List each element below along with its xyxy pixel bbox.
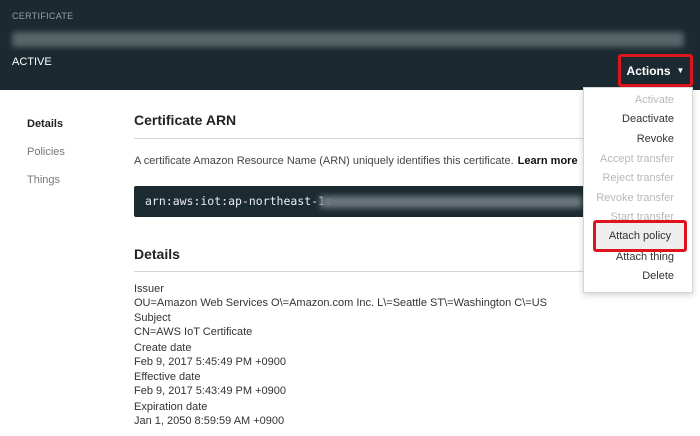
expiration-date-value: Jan 1, 2050 8:59:59 AM +0900 [134, 415, 285, 427]
menu-item-activate: Activate [634, 94, 674, 106]
sidebar-item-policies[interactable]: Policies [27, 145, 65, 173]
divider [134, 138, 584, 139]
sidebar-item-things[interactable]: Things [27, 173, 65, 201]
menu-item-attach-thing[interactable]: Attach thing [616, 251, 674, 263]
menu-item-accept-transfer: Accept transfer [600, 153, 674, 165]
arn-value: arn:aws:iot:ap-northeast-1: [145, 194, 332, 208]
details-title: Details [134, 246, 180, 262]
certificate-id-redacted [12, 32, 684, 47]
menu-item-revoke[interactable]: Revoke [637, 133, 674, 145]
subject-value: CN=AWS IoT Certificate [134, 326, 253, 338]
sidebar-item-details[interactable]: Details [27, 117, 65, 145]
expiration-date-label: Expiration date [134, 401, 208, 413]
actions-button[interactable]: Actions ▼ [624, 60, 687, 81]
menu-item-revoke-transfer: Revoke transfer [596, 192, 674, 204]
create-date-value: Feb 9, 2017 5:45:49 PM +0900 [134, 356, 286, 368]
effective-date-value: Feb 9, 2017 5:43:49 PM +0900 [134, 385, 286, 397]
arn-description-text: A certificate Amazon Resource Name (ARN)… [134, 155, 514, 167]
menu-item-deactivate[interactable]: Deactivate [622, 113, 674, 125]
attach-policy-highlight: Attach policy [593, 220, 687, 252]
subject-label: Subject [134, 312, 171, 324]
issuer-value: OU=Amazon Web Services O\=Amazon.com Inc… [134, 297, 547, 309]
issuer-label: Issuer [134, 283, 164, 295]
caret-down-icon: ▼ [676, 66, 685, 75]
arn-value-box[interactable]: arn:aws:iot:ap-northeast-1: [134, 186, 586, 217]
menu-item-attach-policy[interactable]: Attach policy [596, 230, 684, 242]
header-kicker: CERTIFICATE [12, 11, 74, 21]
arn-redacted [320, 196, 582, 208]
effective-date-label: Effective date [134, 371, 201, 383]
actions-highlight: Actions ▼ [618, 54, 693, 87]
learn-more-link[interactable]: Learn more [518, 155, 578, 167]
certificate-header: CERTIFICATE ACTIVE [0, 0, 700, 90]
actions-menu: Activate Deactivate Revoke Accept transf… [583, 87, 693, 293]
menu-item-delete[interactable]: Delete [642, 270, 674, 282]
arn-description: A certificate Amazon Resource Name (ARN)… [134, 155, 578, 167]
certificate-arn-title: Certificate ARN [134, 112, 237, 128]
menu-item-reject-transfer: Reject transfer [602, 172, 674, 184]
actions-label: Actions [626, 63, 671, 78]
divider [134, 271, 584, 272]
sidebar-nav: Details Policies Things [27, 117, 65, 201]
create-date-label: Create date [134, 342, 192, 354]
certificate-status: ACTIVE [12, 56, 52, 68]
